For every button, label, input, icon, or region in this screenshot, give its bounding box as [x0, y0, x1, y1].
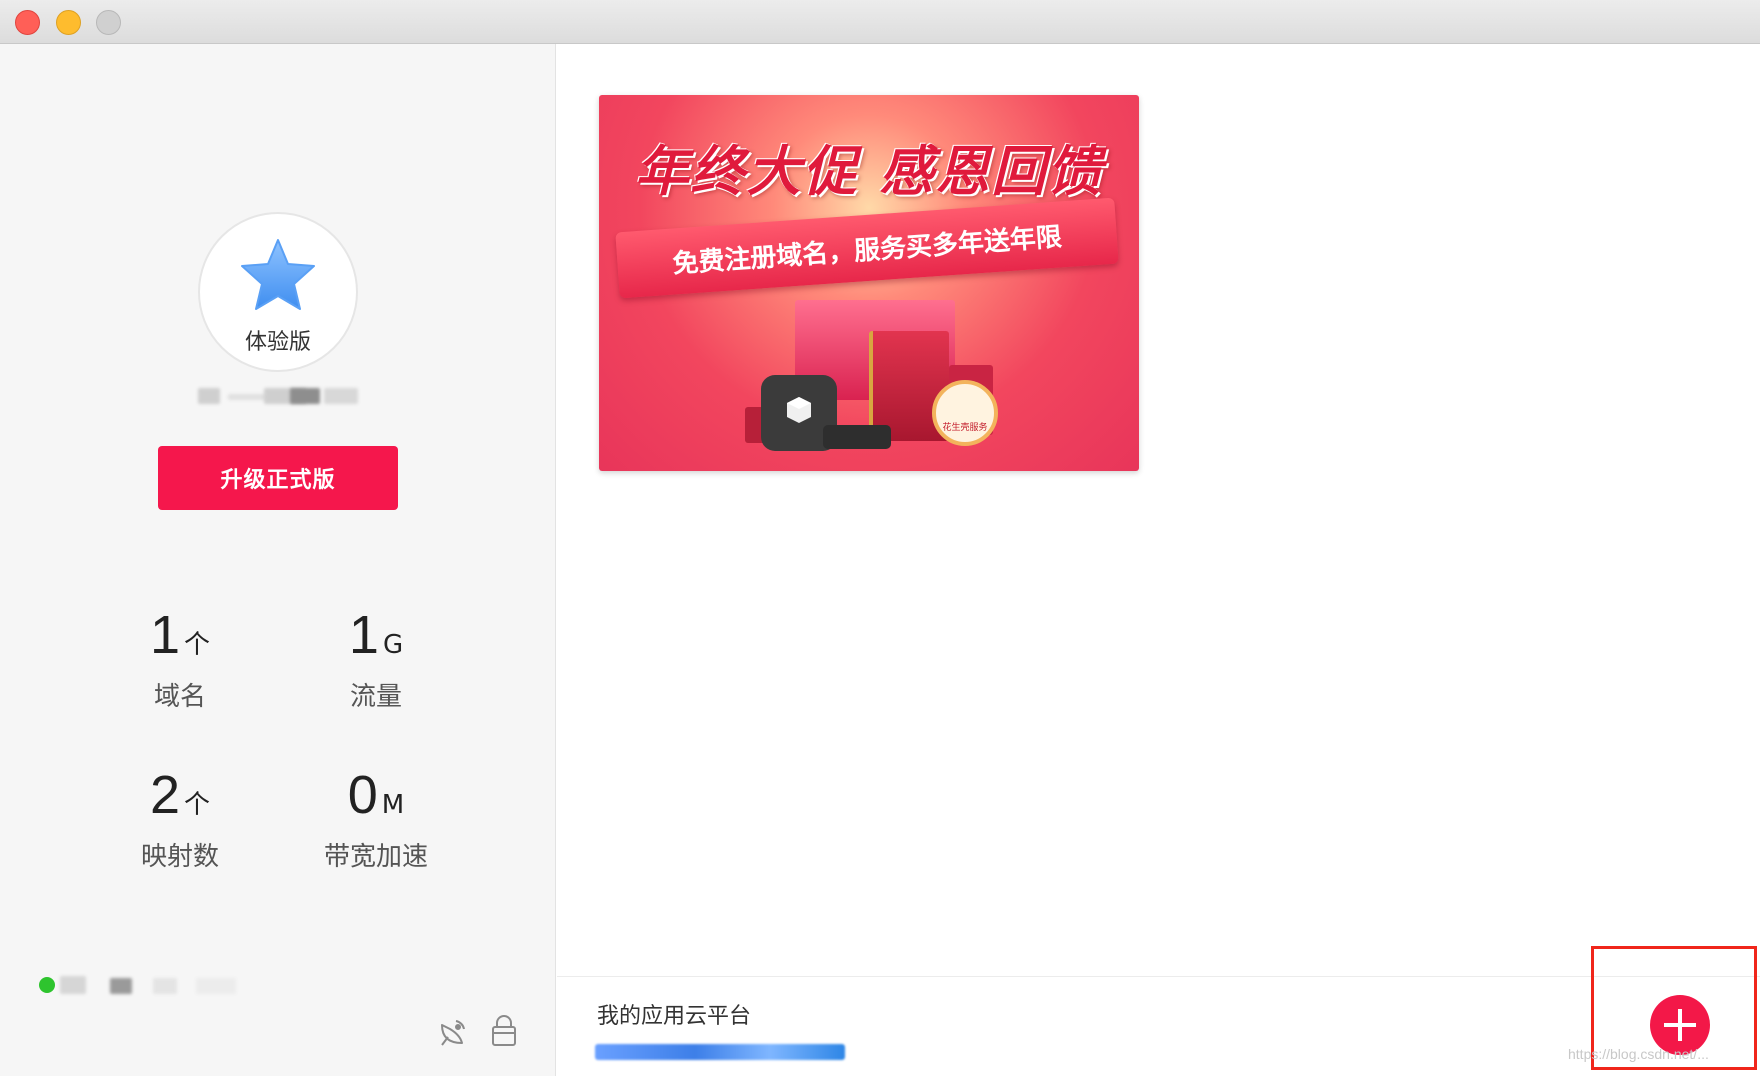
app-window: 体验版 升级正式版 1个 域名 1G 流量 2个 映射数 0M 带宽加速 年终大… [0, 0, 1760, 1076]
stat-label: 流量 [349, 682, 402, 712]
signal-icon[interactable] [436, 1015, 470, 1049]
close-window-button[interactable] [15, 10, 40, 35]
stat-bandwidth: 0M 带宽加速 [276, 764, 476, 873]
banner-title: 年终大促 感恩回馈 [634, 140, 1104, 203]
status-text [110, 978, 132, 994]
watermark: https://blog.csdn.net/... [1568, 1046, 1709, 1062]
stat-label: 域名 [153, 682, 206, 712]
upgrade-button[interactable]: 升级正式版 [158, 446, 398, 510]
service-badge-text: 花生壳服务 [942, 423, 988, 433]
avatar[interactable]: 体验版 [198, 212, 358, 372]
divider [557, 976, 1760, 977]
cloud-platform-link[interactable] [595, 1044, 845, 1060]
stat-value: 0 [347, 765, 378, 825]
banner-ribbon-text: 免费注册域名，服务买多年送年限 [671, 221, 1063, 280]
promo-banner[interactable]: 年终大促 感恩回馈 免费注册域名，服务买多年送年限 花生壳服务 [599, 95, 1139, 471]
stat-domains: 1个 域名 [80, 604, 280, 713]
service-badge: 花生壳服务 [932, 380, 998, 446]
banner-ribbon: 免费注册域名，服务买多年送年限 [615, 197, 1119, 299]
stat-value: 2 [149, 765, 181, 825]
star-icon [241, 239, 315, 310]
stat-mappings: 2个 映射数 [80, 764, 280, 873]
main-panel: 年终大促 感恩回馈 免费注册域名，服务买多年送年限 花生壳服务 我的应用云平台 [557, 44, 1760, 1076]
stat-value: 1 [348, 605, 379, 665]
title-bar [0, 0, 1760, 44]
stat-traffic: 1G 流量 [276, 604, 476, 713]
usb-device-icon [823, 425, 891, 449]
lock-icon[interactable] [487, 1013, 521, 1047]
username [198, 384, 364, 406]
stat-value: 1 [149, 605, 181, 665]
minimize-window-button[interactable] [56, 10, 81, 35]
edition-label: 体验版 [244, 330, 311, 355]
stat-unit: G [382, 630, 404, 660]
online-status-dot [39, 977, 55, 993]
cloud-platform-label: 我的应用云平台 [597, 1004, 752, 1029]
account-sidebar: 体验版 升级正式版 1个 域名 1G 流量 2个 映射数 0M 带宽加速 [0, 44, 556, 1076]
status-text [60, 976, 86, 994]
stat-unit: M [381, 790, 405, 820]
maximize-window-button[interactable] [96, 10, 121, 35]
status-text [196, 978, 236, 994]
stat-unit: 个 [184, 790, 211, 820]
stat-label: 带宽加速 [323, 842, 428, 872]
status-text [153, 978, 177, 994]
stat-label: 映射数 [140, 842, 219, 872]
stat-unit: 个 [184, 630, 211, 660]
